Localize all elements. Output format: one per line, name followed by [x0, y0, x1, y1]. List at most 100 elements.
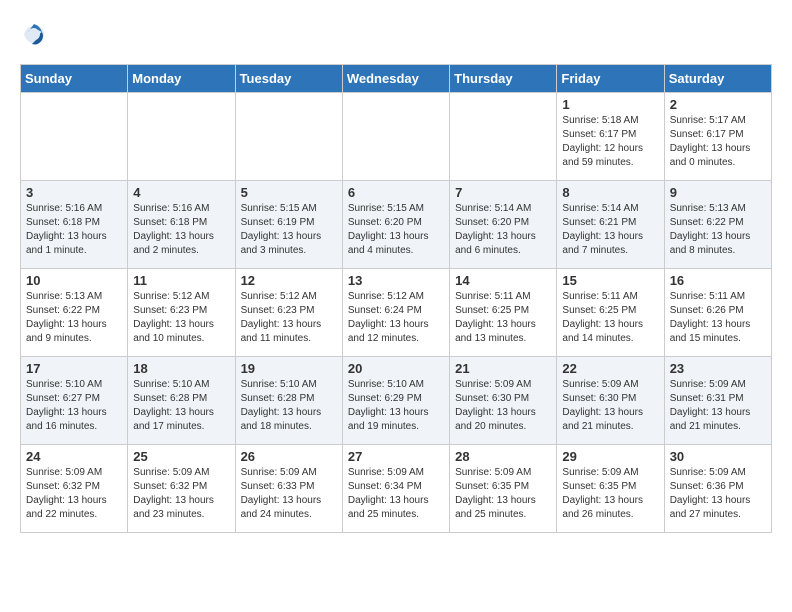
day-number: 24	[26, 449, 122, 464]
calendar-cell: 7 Sunrise: 5:14 AM Sunset: 6:20 PM Daylig…	[450, 181, 557, 269]
logo	[20, 20, 52, 48]
calendar-cell: 2 Sunrise: 5:17 AM Sunset: 6:17 PM Daylig…	[664, 93, 771, 181]
day-number: 3	[26, 185, 122, 200]
calendar-cell: 23 Sunrise: 5:09 AM Sunset: 6:31 PM Dayli…	[664, 357, 771, 445]
day-number: 2	[670, 97, 766, 112]
day-number: 29	[562, 449, 658, 464]
calendar-cell: 12 Sunrise: 5:12 AM Sunset: 6:23 PM Dayli…	[235, 269, 342, 357]
day-number: 11	[133, 273, 229, 288]
calendar-cell: 21 Sunrise: 5:09 AM Sunset: 6:30 PM Dayli…	[450, 357, 557, 445]
cell-info: Sunrise: 5:12 AM Sunset: 6:23 PM Dayligh…	[241, 290, 337, 346]
calendar-cell: 5 Sunrise: 5:15 AM Sunset: 6:19 PM Daylig…	[235, 181, 342, 269]
cell-info: Sunrise: 5:10 AM Sunset: 6:28 PM Dayligh…	[241, 378, 337, 434]
calendar-cell: 24 Sunrise: 5:09 AM Sunset: 6:32 PM Dayli…	[21, 445, 128, 533]
header-row: SundayMondayTuesdayWednesdayThursdayFrid…	[21, 65, 772, 93]
cell-info: Sunrise: 5:11 AM Sunset: 6:25 PM Dayligh…	[562, 290, 658, 346]
calendar-cell: 25 Sunrise: 5:09 AM Sunset: 6:32 PM Dayli…	[128, 445, 235, 533]
cell-info: Sunrise: 5:09 AM Sunset: 6:31 PM Dayligh…	[670, 378, 766, 434]
calendar-cell: 27 Sunrise: 5:09 AM Sunset: 6:34 PM Dayli…	[342, 445, 449, 533]
calendar-cell	[342, 93, 449, 181]
day-number: 4	[133, 185, 229, 200]
week-row-5: 24 Sunrise: 5:09 AM Sunset: 6:32 PM Dayli…	[21, 445, 772, 533]
calendar-cell: 26 Sunrise: 5:09 AM Sunset: 6:33 PM Dayli…	[235, 445, 342, 533]
day-number: 26	[241, 449, 337, 464]
day-number: 12	[241, 273, 337, 288]
day-number: 7	[455, 185, 551, 200]
calendar-cell: 19 Sunrise: 5:10 AM Sunset: 6:28 PM Dayli…	[235, 357, 342, 445]
cell-info: Sunrise: 5:09 AM Sunset: 6:35 PM Dayligh…	[562, 466, 658, 522]
cell-info: Sunrise: 5:09 AM Sunset: 6:35 PM Dayligh…	[455, 466, 551, 522]
day-header-wednesday: Wednesday	[342, 65, 449, 93]
cell-info: Sunrise: 5:09 AM Sunset: 6:33 PM Dayligh…	[241, 466, 337, 522]
day-number: 27	[348, 449, 444, 464]
cell-info: Sunrise: 5:12 AM Sunset: 6:24 PM Dayligh…	[348, 290, 444, 346]
day-header-monday: Monday	[128, 65, 235, 93]
day-number: 21	[455, 361, 551, 376]
day-number: 17	[26, 361, 122, 376]
cell-info: Sunrise: 5:09 AM Sunset: 6:36 PM Dayligh…	[670, 466, 766, 522]
cell-info: Sunrise: 5:16 AM Sunset: 6:18 PM Dayligh…	[26, 202, 122, 258]
cell-info: Sunrise: 5:09 AM Sunset: 6:34 PM Dayligh…	[348, 466, 444, 522]
calendar-cell	[21, 93, 128, 181]
cell-info: Sunrise: 5:11 AM Sunset: 6:25 PM Dayligh…	[455, 290, 551, 346]
calendar-cell: 13 Sunrise: 5:12 AM Sunset: 6:24 PM Dayli…	[342, 269, 449, 357]
calendar-cell: 17 Sunrise: 5:10 AM Sunset: 6:27 PM Dayli…	[21, 357, 128, 445]
day-number: 30	[670, 449, 766, 464]
day-number: 9	[670, 185, 766, 200]
day-number: 16	[670, 273, 766, 288]
calendar-cell: 30 Sunrise: 5:09 AM Sunset: 6:36 PM Dayli…	[664, 445, 771, 533]
day-header-tuesday: Tuesday	[235, 65, 342, 93]
calendar-cell: 10Sunrise: 5:13 AM Sunset: 6:22 PM Dayli…	[21, 269, 128, 357]
calendar-cell: 14 Sunrise: 5:11 AM Sunset: 6:25 PM Dayli…	[450, 269, 557, 357]
day-header-friday: Friday	[557, 65, 664, 93]
day-number: 22	[562, 361, 658, 376]
header	[20, 20, 772, 48]
cell-info: Sunrise: 5:15 AM Sunset: 6:20 PM Dayligh…	[348, 202, 444, 258]
calendar-table: SundayMondayTuesdayWednesdayThursdayFrid…	[20, 64, 772, 533]
day-number: 28	[455, 449, 551, 464]
logo-icon	[20, 20, 48, 48]
calendar-cell	[235, 93, 342, 181]
cell-info: Sunrise: 5:10 AM Sunset: 6:29 PM Dayligh…	[348, 378, 444, 434]
day-header-saturday: Saturday	[664, 65, 771, 93]
cell-info: Sunrise: 5:13 AM Sunset: 6:22 PM Dayligh…	[26, 290, 122, 346]
calendar-cell: 20 Sunrise: 5:10 AM Sunset: 6:29 PM Dayli…	[342, 357, 449, 445]
day-number: 1	[562, 97, 658, 112]
calendar-cell: 29 Sunrise: 5:09 AM Sunset: 6:35 PM Dayli…	[557, 445, 664, 533]
calendar-cell	[128, 93, 235, 181]
calendar-cell: 15 Sunrise: 5:11 AM Sunset: 6:25 PM Dayli…	[557, 269, 664, 357]
day-number: 19	[241, 361, 337, 376]
cell-info: Sunrise: 5:09 AM Sunset: 6:32 PM Dayligh…	[133, 466, 229, 522]
day-number: 23	[670, 361, 766, 376]
day-number: 5	[241, 185, 337, 200]
cell-info: Sunrise: 5:13 AM Sunset: 6:22 PM Dayligh…	[670, 202, 766, 258]
cell-info: Sunrise: 5:14 AM Sunset: 6:20 PM Dayligh…	[455, 202, 551, 258]
cell-info: Sunrise: 5:17 AM Sunset: 6:17 PM Dayligh…	[670, 114, 766, 170]
day-number: 6	[348, 185, 444, 200]
cell-info: Sunrise: 5:15 AM Sunset: 6:19 PM Dayligh…	[241, 202, 337, 258]
calendar-cell: 16Sunrise: 5:11 AM Sunset: 6:26 PM Dayli…	[664, 269, 771, 357]
calendar-cell: 18Sunrise: 5:10 AM Sunset: 6:28 PM Dayli…	[128, 357, 235, 445]
cell-info: Sunrise: 5:14 AM Sunset: 6:21 PM Dayligh…	[562, 202, 658, 258]
cell-info: Sunrise: 5:09 AM Sunset: 6:30 PM Dayligh…	[455, 378, 551, 434]
calendar-cell	[450, 93, 557, 181]
day-number: 20	[348, 361, 444, 376]
calendar-cell: 22 Sunrise: 5:09 AM Sunset: 6:30 PM Dayli…	[557, 357, 664, 445]
cell-info: Sunrise: 5:10 AM Sunset: 6:27 PM Dayligh…	[26, 378, 122, 434]
week-row-4: 17 Sunrise: 5:10 AM Sunset: 6:27 PM Dayli…	[21, 357, 772, 445]
calendar-cell: 4Sunrise: 5:16 AM Sunset: 6:18 PM Daylig…	[128, 181, 235, 269]
day-number: 15	[562, 273, 658, 288]
cell-info: Sunrise: 5:12 AM Sunset: 6:23 PM Dayligh…	[133, 290, 229, 346]
cell-info: Sunrise: 5:18 AM Sunset: 6:17 PM Dayligh…	[562, 114, 658, 170]
week-row-2: 3 Sunrise: 5:16 AM Sunset: 6:18 PM Daylig…	[21, 181, 772, 269]
calendar-cell: 6 Sunrise: 5:15 AM Sunset: 6:20 PM Daylig…	[342, 181, 449, 269]
cell-info: Sunrise: 5:09 AM Sunset: 6:30 PM Dayligh…	[562, 378, 658, 434]
day-number: 25	[133, 449, 229, 464]
day-number: 13	[348, 273, 444, 288]
day-number: 8	[562, 185, 658, 200]
calendar-cell: 28 Sunrise: 5:09 AM Sunset: 6:35 PM Dayli…	[450, 445, 557, 533]
day-header-thursday: Thursday	[450, 65, 557, 93]
day-number: 14	[455, 273, 551, 288]
calendar-cell: 11 Sunrise: 5:12 AM Sunset: 6:23 PM Dayli…	[128, 269, 235, 357]
cell-info: Sunrise: 5:09 AM Sunset: 6:32 PM Dayligh…	[26, 466, 122, 522]
